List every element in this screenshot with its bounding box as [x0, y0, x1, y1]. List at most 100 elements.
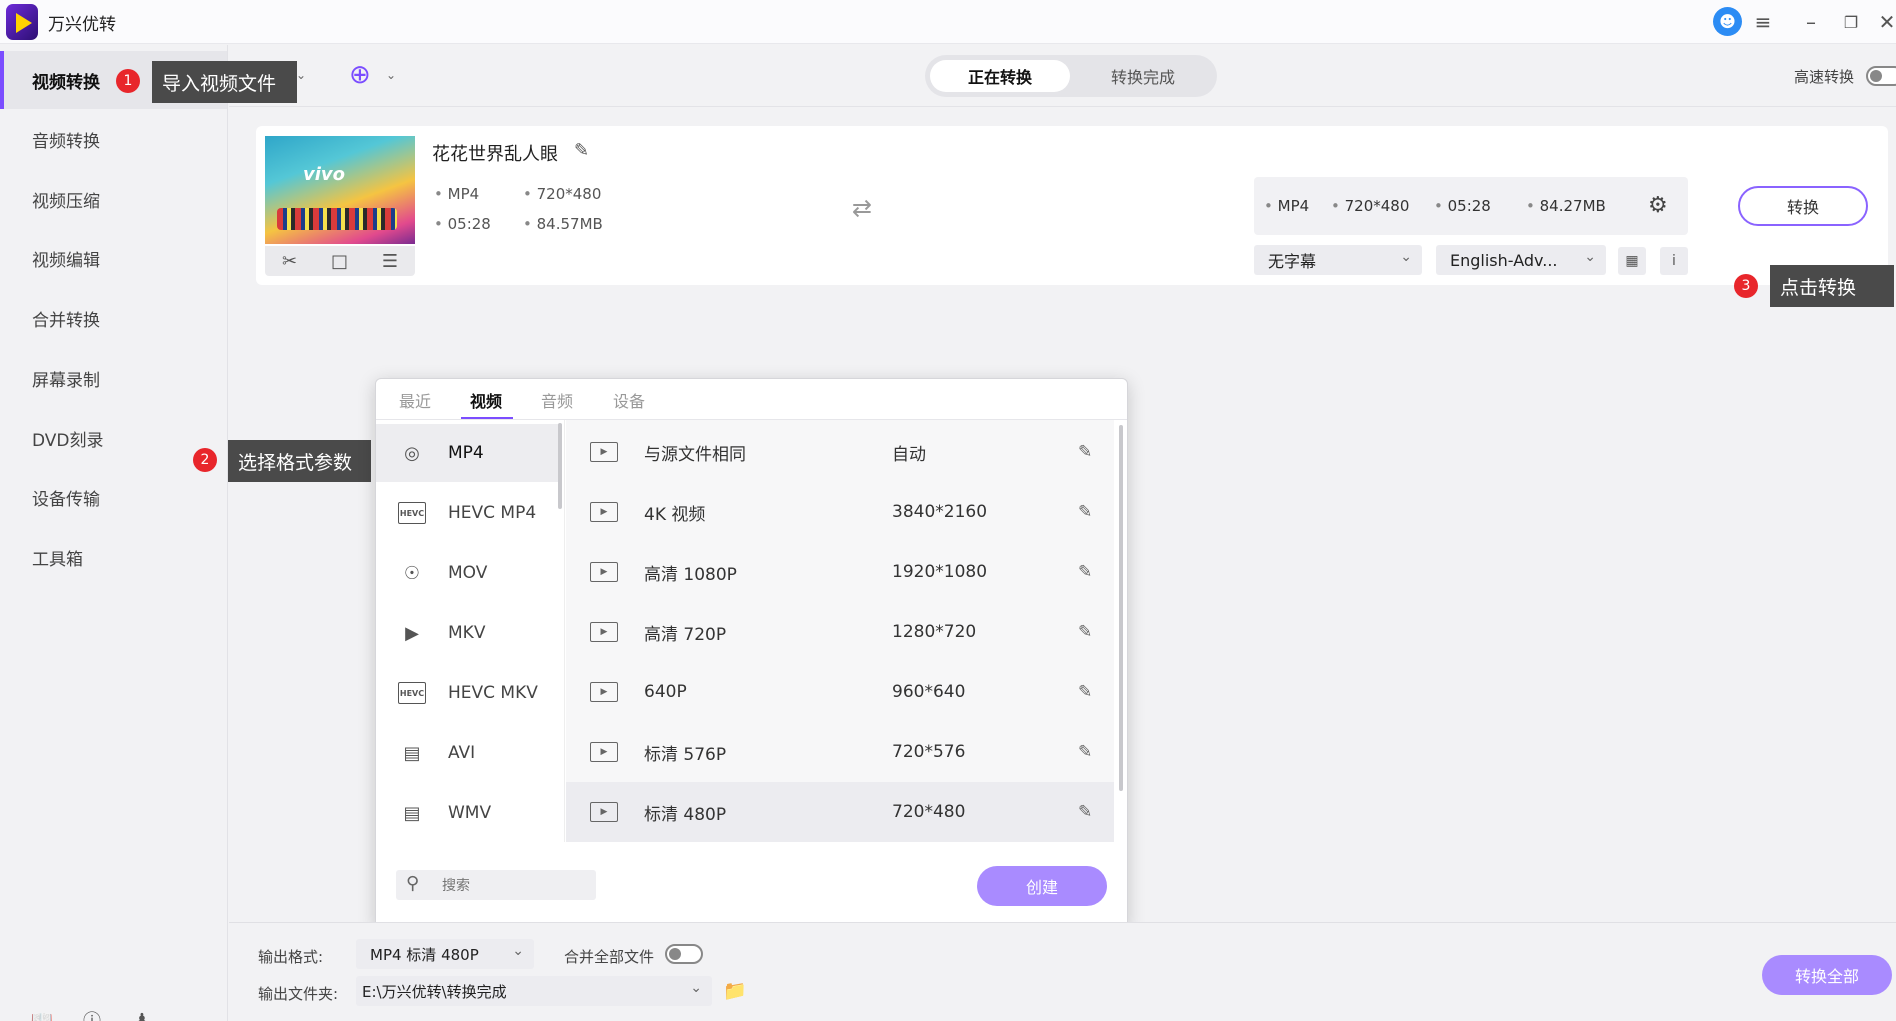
- format-item-wmv[interactable]: ▤ WMV: [376, 784, 562, 842]
- subtitle-dropdown[interactable]: 无字幕 ⌄: [1254, 245, 1422, 275]
- chevron-down-icon: ⌄: [1584, 249, 1596, 265]
- open-folder-icon[interactable]: 📁: [723, 979, 747, 1002]
- preset-row-selected[interactable]: ▶ 标清 480P 720*480 ✎: [566, 782, 1114, 842]
- target-info-box[interactable]: MP4 720*480 05:28 84.27MB: [1254, 177, 1688, 235]
- close-icon[interactable]: ✕: [1873, 8, 1896, 36]
- shuffle-arrow-icon: ⇄: [852, 194, 873, 222]
- convert-button[interactable]: 转换: [1738, 186, 1868, 226]
- menu-icon[interactable]: ≡: [1749, 8, 1777, 36]
- preset-list-scrollbar[interactable]: [1119, 425, 1123, 791]
- app-logo: [6, 4, 38, 40]
- target-format: MP4: [1264, 197, 1310, 215]
- rename-edit-icon[interactable]: ✎: [574, 140, 589, 161]
- restore-icon[interactable]: ❐: [1837, 8, 1865, 36]
- sidebar-item-device-transfer[interactable]: 设备传输: [0, 468, 227, 526]
- video-preset-icon: ▶: [590, 802, 618, 822]
- crop-icon[interactable]: □: [331, 251, 348, 272]
- format-item-avi[interactable]: ▤ AVI: [376, 724, 562, 782]
- chevron-down-icon[interactable]: ⌄: [296, 68, 306, 82]
- add-from-device-icon[interactable]: ⊕: [349, 60, 371, 90]
- tab-converting[interactable]: 正在转换: [930, 60, 1070, 92]
- format-item-mov[interactable]: ☉ MOV: [376, 544, 562, 602]
- info-icon[interactable]: i: [1660, 247, 1688, 275]
- sidebar: 视频转换 音频转换 视频压缩 视频编辑 合并转换 屏幕录制 DVD刻录 设备传输…: [0, 45, 228, 1021]
- clapper-icon: ▤: [403, 742, 421, 764]
- format-item-mkv[interactable]: ▶ MKV: [376, 604, 562, 662]
- tab-finished[interactable]: 转换完成: [1073, 60, 1213, 92]
- callout-click-convert: 点击转换: [1770, 265, 1894, 307]
- preset-row[interactable]: ▶ 高清 1080P 1920*1080 ✎: [566, 542, 1114, 602]
- convert-all-button[interactable]: 转换全部: [1762, 955, 1892, 995]
- user-avatar-icon[interactable]: ☻: [1713, 7, 1742, 36]
- format-item-hevc-mkv[interactable]: HEVC HEVC MKV: [376, 664, 562, 722]
- help-icon[interactable]: ⓘ: [79, 1007, 105, 1021]
- status-tabs: 正在转换 转换完成: [925, 55, 1217, 97]
- sidebar-item-video-compress[interactable]: 视频压缩: [0, 170, 227, 228]
- guide-book-icon[interactable]: 📖: [29, 1007, 55, 1021]
- edit-preset-icon[interactable]: ✎: [1078, 562, 1092, 582]
- video-icon: ▶: [405, 622, 419, 644]
- audio-track-dropdown[interactable]: English-Adv... ⌄: [1436, 245, 1606, 275]
- callout-import-file: 导入视频文件: [152, 61, 297, 103]
- edit-preset-icon[interactable]: ✎: [1078, 442, 1092, 462]
- create-preset-button[interactable]: 创建: [977, 866, 1107, 906]
- video-preset-icon: ▶: [590, 742, 618, 762]
- video-preset-icon: ▶: [590, 562, 618, 582]
- target-size: 84.27MB: [1526, 197, 1606, 215]
- preset-row[interactable]: ▶ 4K 视频 3840*2160 ✎: [566, 482, 1114, 542]
- format-list: ◎ MP4 HEVC HEVC MP4 ☉ MOV ▶ MKV HEVC HEV…: [376, 420, 565, 842]
- format-search-input[interactable]: [442, 875, 582, 895]
- settings-gear-icon[interactable]: ⚙: [1648, 193, 1668, 218]
- preset-row[interactable]: ▶ 640P 960*640 ✎: [566, 662, 1114, 722]
- edit-preset-icon[interactable]: ✎: [1078, 502, 1092, 522]
- output-format-dropdown[interactable]: MP4 标清 480P ⌄: [356, 939, 534, 969]
- subtitle-value: 无字幕: [1268, 252, 1317, 271]
- source-duration: 05:28: [434, 215, 491, 233]
- source-format: MP4: [434, 185, 480, 203]
- chevron-down-icon[interactable]: ⌄: [386, 68, 396, 82]
- sidebar-item-toolbox[interactable]: 工具箱: [0, 528, 227, 586]
- popup-tab-recent[interactable]: 最近: [399, 388, 431, 412]
- popup-tab-audio[interactable]: 音频: [541, 388, 573, 412]
- sidebar-item-audio-convert[interactable]: 音频转换: [0, 110, 227, 168]
- sidebar-item-video-edit[interactable]: 视频编辑: [0, 229, 227, 287]
- bottom-bar: 输出格式: MP4 标清 480P ⌄ 合并全部文件 输出文件夹: E:\万兴优…: [229, 922, 1896, 1021]
- sidebar-item-merge[interactable]: 合并转换: [0, 289, 227, 347]
- format-list-scrollbar[interactable]: [558, 423, 562, 509]
- popup-tab-device[interactable]: 设备: [613, 388, 645, 412]
- output-folder-label: 输出文件夹:: [258, 985, 339, 1003]
- preset-row[interactable]: ▶ 标清 576P 720*576 ✎: [566, 722, 1114, 782]
- clapper-icon: ▤: [403, 802, 421, 824]
- format-search-box: ⚲: [396, 870, 596, 900]
- format-item-hevc-mp4[interactable]: HEVC HEVC MP4: [376, 484, 562, 542]
- video-preset-icon: ▶: [590, 622, 618, 642]
- trim-icon[interactable]: ✂: [282, 251, 297, 272]
- output-folder-dropdown[interactable]: E:\万兴优转\转换完成 ⌄: [356, 976, 712, 1006]
- edit-preset-icon[interactable]: ✎: [1078, 802, 1092, 822]
- sidebar-item-screen-record[interactable]: 屏幕录制: [0, 349, 227, 407]
- title-bar: [0, 0, 1896, 44]
- minimize-icon[interactable]: –: [1797, 8, 1825, 36]
- output-format-label: 输出格式:: [258, 948, 324, 966]
- preset-row[interactable]: ▶ 与源文件相同 自动 ✎: [566, 422, 1114, 482]
- merge-all-toggle[interactable]: [665, 944, 703, 964]
- merge-all-label: 合并全部文件: [564, 948, 655, 966]
- hevc-icon: HEVC: [398, 502, 426, 524]
- thumbnail-toolbar: ✂ □ ☰: [265, 246, 415, 276]
- format-item-mp4[interactable]: ◎ MP4: [376, 424, 562, 482]
- high-speed-toggle[interactable]: [1866, 66, 1896, 86]
- video-thumbnail[interactable]: vivo: [265, 136, 415, 244]
- thumbnail-scene: [277, 208, 397, 230]
- output-folder-value: E:\万兴优转\转换完成: [362, 982, 507, 1001]
- preset-row[interactable]: ▶ 高清 720P 1280*720 ✎: [566, 602, 1114, 662]
- video-preset-icon: ▶: [590, 682, 618, 702]
- account-icon[interactable]: ♟: [129, 1007, 155, 1021]
- popup-tab-video[interactable]: 视频: [470, 388, 502, 412]
- target-resolution: 720*480: [1331, 197, 1410, 215]
- search-icon: ⚲: [406, 873, 420, 894]
- effects-icon[interactable]: ☰: [382, 251, 398, 272]
- subtitle-editor-icon[interactable]: ▦: [1618, 247, 1646, 275]
- edit-preset-icon[interactable]: ✎: [1078, 622, 1092, 642]
- edit-preset-icon[interactable]: ✎: [1078, 742, 1092, 762]
- edit-preset-icon[interactable]: ✎: [1078, 682, 1092, 702]
